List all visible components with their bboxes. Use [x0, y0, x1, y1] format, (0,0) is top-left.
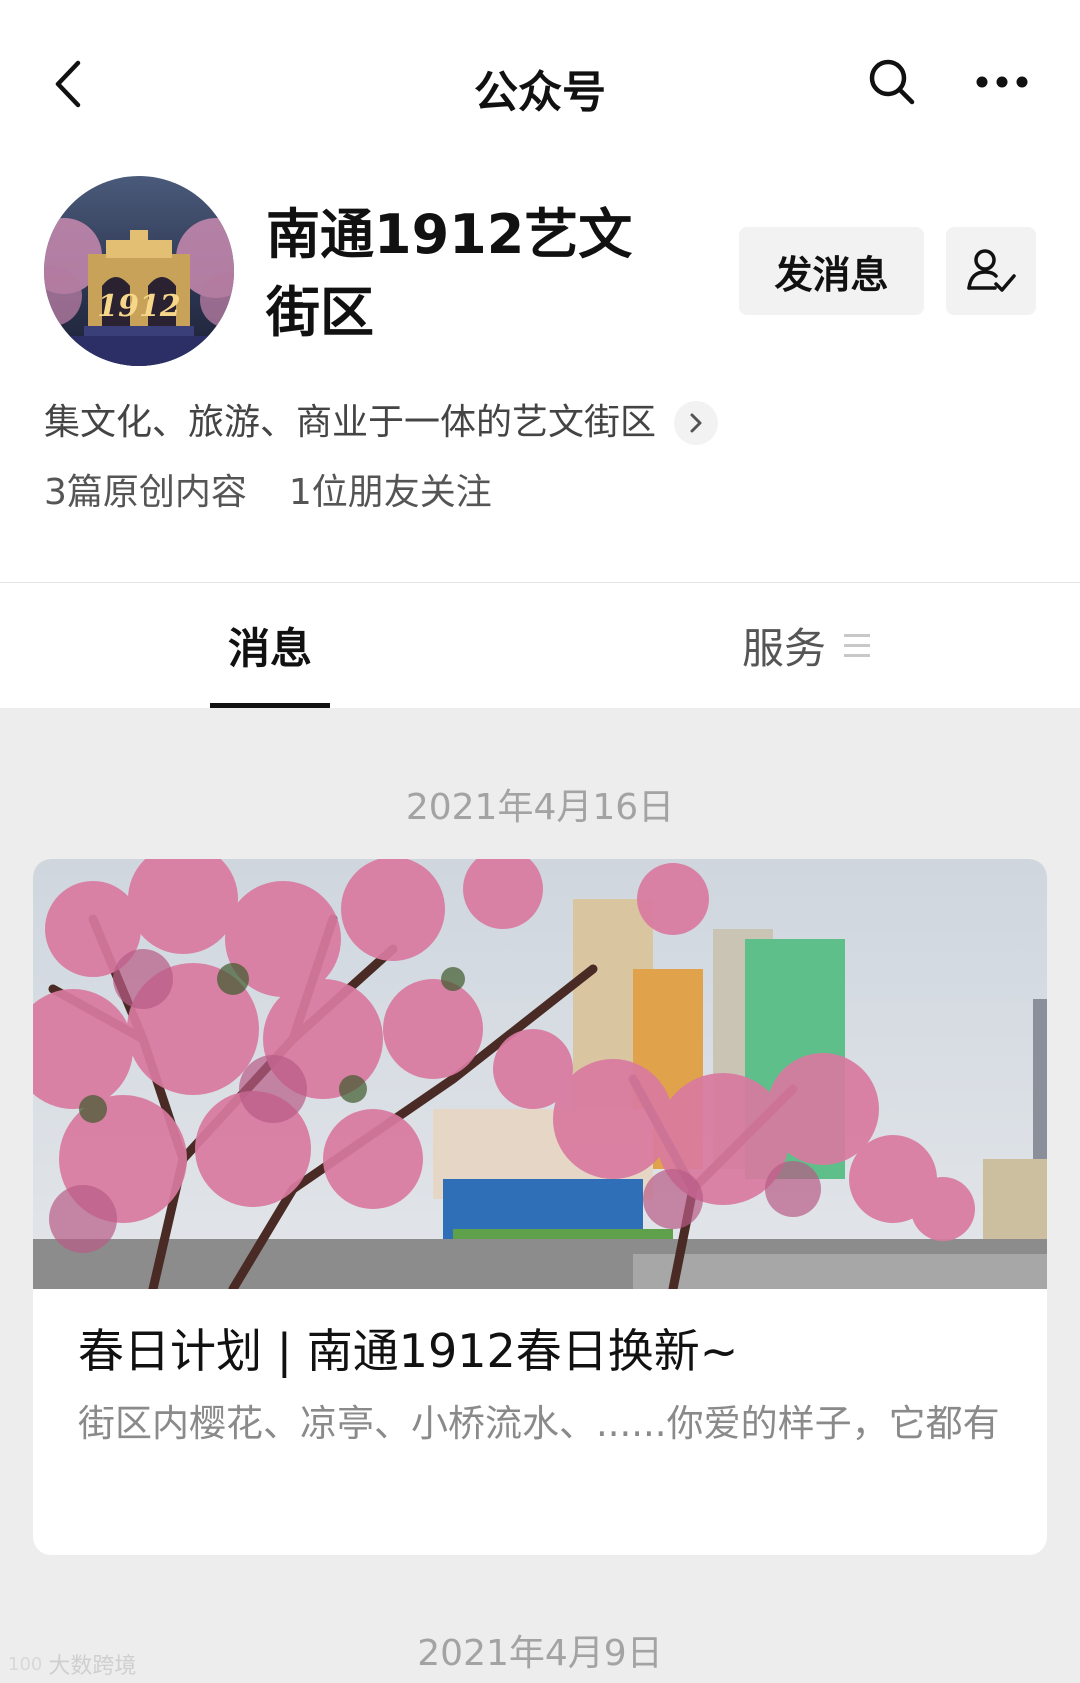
tab-services-label: 服务 — [742, 624, 827, 673]
watermark-logo: 100 — [8, 1653, 43, 1675]
watermark: 100 大数跨境 — [8, 1648, 136, 1680]
account-description[interactable]: 集文化、旅游、商业于一体的艺文街区 — [44, 398, 719, 448]
feed-date: 2021年4月16日 — [405, 787, 675, 828]
account-stats: 3篇原创内容 1位朋友关注 — [44, 468, 492, 518]
user-check-icon — [967, 249, 1016, 292]
active-tab-indicator — [210, 703, 330, 708]
tab-services[interactable]: 服务 — [742, 615, 871, 676]
article-title[interactable]: 春日计划 | 南通1912春日换新~ — [78, 1321, 1008, 1381]
nav-bar: 公众号 — [0, 30, 1080, 140]
chevron-right-icon[interactable] — [674, 401, 719, 445]
article-card[interactable]: 春日计划 | 南通1912春日换新~ 街区内樱花、凉亭、小桥流水、......你… — [33, 859, 1047, 1555]
account-name: 南通1912艺文街区 — [266, 203, 633, 344]
original-count[interactable]: 3篇原创内容 — [44, 468, 247, 518]
back-button[interactable] — [36, 52, 100, 116]
search-button[interactable] — [860, 50, 924, 114]
divider — [0, 582, 1080, 583]
description-text: 集文化、旅游、商业于一体的艺文街区 — [44, 402, 657, 443]
account-avatar[interactable]: 1912 — [44, 176, 234, 366]
feed-date-2: 2021年4月9日 — [417, 1633, 663, 1674]
watermark-text: 大数跨境 — [48, 1654, 137, 1679]
search-icon — [869, 59, 915, 105]
article-summary: 街区内樱花、凉亭、小桥流水、......你爱的样子，它都有 — [78, 1402, 1000, 1445]
more-button[interactable] — [968, 50, 1036, 114]
send-message-button[interactable]: 发消息 — [739, 227, 924, 315]
tab-messages[interactable]: 消息 — [210, 615, 330, 676]
avatar-logo-text: 1912 — [97, 289, 181, 324]
chevron-left-icon — [55, 60, 81, 108]
friends-following[interactable]: 1位朋友关注 — [289, 468, 492, 518]
article-cover-image — [33, 859, 1047, 1289]
more-dots-icon — [976, 76, 1028, 88]
menu-icon — [844, 634, 871, 657]
followed-button[interactable] — [946, 227, 1036, 315]
